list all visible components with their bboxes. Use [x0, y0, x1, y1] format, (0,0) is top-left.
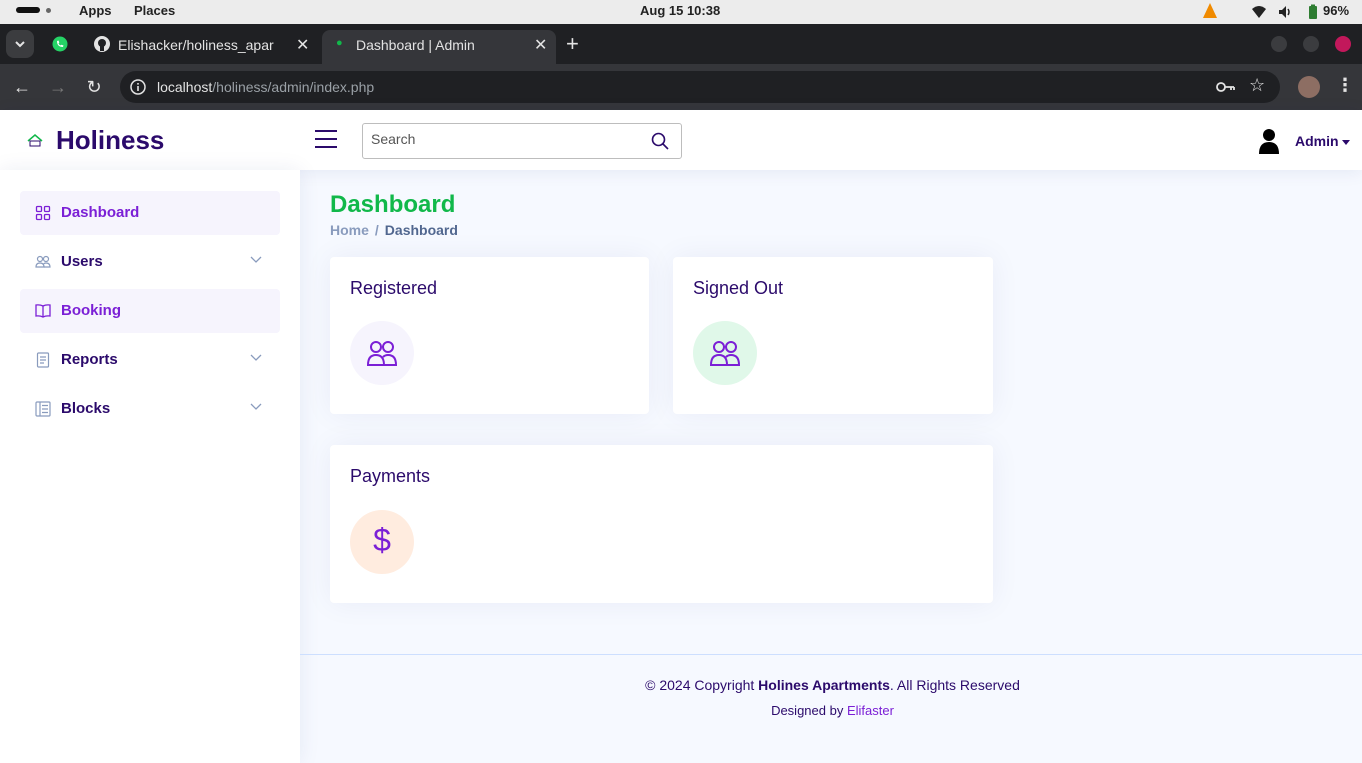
breadcrumb-separator: / [374, 222, 379, 238]
breadcrumb: Home / Dashboard [330, 222, 458, 238]
back-button[interactable]: ← [11, 76, 33, 98]
logo-text[interactable]: Holiness [56, 125, 164, 156]
tab-github[interactable]: Elishacker/holiness_apar ✕ [84, 30, 320, 64]
vlc-tray-icon[interactable] [1203, 3, 1217, 18]
battery-icon[interactable] [1305, 4, 1321, 20]
card-payments: Payments $ [330, 445, 993, 603]
address-bar[interactable]: localhost/holiness/admin/index.php ☆ [120, 71, 1280, 103]
close-icon[interactable]: ✕ [534, 35, 547, 55]
key-icon[interactable] [1216, 79, 1236, 95]
card-icon-circle [693, 321, 757, 385]
breadcrumb-current: Dashboard [384, 222, 458, 238]
apps-menu[interactable]: Apps [79, 3, 112, 18]
sidebar: Dashboard Users Booking Reports Blocks [0, 170, 300, 763]
tab-search-button[interactable] [6, 30, 34, 58]
people-icon [366, 341, 398, 366]
breadcrumb-home-link[interactable]: Home [330, 222, 369, 238]
url-path: /holiness/admin/index.php [212, 79, 375, 95]
footer-copyright: © 2024 Copyright Holines Apartments. All… [300, 677, 1362, 693]
sidebar-item-booking[interactable]: Booking [20, 289, 280, 333]
browser-menu-icon[interactable]: ⋮ [1336, 75, 1354, 96]
user-menu-button[interactable]: Admin [1295, 133, 1339, 149]
system-clock[interactable]: Aug 15 10:38 [640, 3, 720, 18]
workspace-dot [46, 8, 51, 13]
minimize-button[interactable] [1271, 36, 1287, 52]
card-icon-circle [350, 321, 414, 385]
card-registered: Registered [330, 257, 649, 414]
people-icon [35, 255, 51, 268]
caret-down-icon[interactable] [1342, 140, 1350, 145]
places-menu[interactable]: Places [134, 3, 175, 18]
company-name: Holines Apartments [758, 677, 890, 693]
profile-avatar[interactable] [1298, 76, 1320, 98]
bookmark-star-icon[interactable]: ☆ [1249, 75, 1265, 96]
search-form [362, 123, 682, 159]
card-title: Registered [350, 278, 438, 298]
chevron-down-icon [250, 403, 262, 410]
reload-button[interactable]: ↻ [83, 76, 105, 98]
credit-prefix: Designed by [771, 703, 847, 718]
footer-credits: Designed by Elifaster [300, 703, 1362, 718]
sidebar-item-users[interactable]: Users [20, 240, 280, 284]
card-title: Payments [350, 466, 431, 486]
people-icon [709, 341, 741, 366]
card-title: Signed Out [693, 278, 784, 298]
whatsapp-icon[interactable] [52, 36, 68, 52]
sidebar-item-label: Booking [61, 302, 121, 319]
logo-icon[interactable] [25, 132, 45, 148]
site-favicon: ● [336, 37, 343, 49]
copyright-suffix: . All Rights Reserved [889, 677, 1020, 693]
chevron-down-icon [250, 354, 262, 361]
url-host: localhost [157, 79, 213, 95]
sidebar-item-dashboard[interactable]: Dashboard [20, 191, 280, 235]
page-title: Dashboard [330, 191, 456, 218]
github-icon [94, 36, 110, 52]
new-tab-button[interactable]: + [566, 31, 579, 57]
sidebar-toggle-icon[interactable] [315, 130, 337, 150]
activities-indicator[interactable] [16, 7, 40, 13]
system-top-bar: Apps Places Aug 15 10:38 96% [0, 0, 1362, 24]
tab-title: Elishacker/holiness_apar [118, 37, 274, 53]
tab-title: Dashboard | Admin [356, 37, 475, 53]
url-text: localhost/holiness/admin/index.php [157, 79, 374, 95]
site-info-icon[interactable] [130, 79, 146, 95]
layout-icon [35, 401, 51, 417]
search-icon[interactable] [651, 132, 669, 150]
battery-percent: 96% [1323, 3, 1350, 18]
browser-tab-strip: Elishacker/holiness_apar ✕ ● Dashboard |… [0, 24, 1362, 64]
sidebar-item-blocks[interactable]: Blocks [20, 387, 280, 431]
card-signed-out: Signed Out [673, 257, 993, 414]
app-header: Holiness Admin [0, 110, 1362, 170]
designer-link[interactable]: Elifaster [847, 703, 894, 718]
search-input[interactable] [371, 131, 641, 147]
maximize-button[interactable] [1303, 36, 1319, 52]
forward-button[interactable]: → [47, 76, 69, 98]
copyright-prefix: © 2024 Copyright [645, 677, 759, 693]
volume-icon[interactable] [1277, 4, 1293, 20]
close-icon[interactable]: ✕ [296, 35, 309, 55]
chevron-down-icon [15, 41, 25, 48]
sidebar-item-label: Dashboard [61, 204, 140, 221]
footer-divider [300, 654, 1362, 655]
chevron-down-icon [250, 256, 262, 263]
book-icon [35, 304, 51, 318]
browser-toolbar: ← → ↻ localhost/holiness/admin/index.php… [0, 64, 1362, 110]
user-avatar-icon[interactable] [1258, 128, 1280, 154]
sidebar-item-label: Blocks [61, 400, 111, 417]
card-icon-circle: $ [350, 510, 414, 574]
grid-icon [35, 205, 51, 221]
dollar-icon: $ [373, 522, 391, 558]
sidebar-item-reports[interactable]: Reports [20, 338, 280, 382]
close-window-button[interactable] [1335, 36, 1351, 52]
sidebar-item-label: Reports [61, 351, 118, 368]
journal-icon [36, 352, 50, 368]
wifi-icon[interactable] [1251, 4, 1267, 20]
tab-dashboard[interactable]: ● Dashboard | Admin ✕ [322, 30, 556, 64]
sidebar-item-label: Users [61, 253, 103, 270]
